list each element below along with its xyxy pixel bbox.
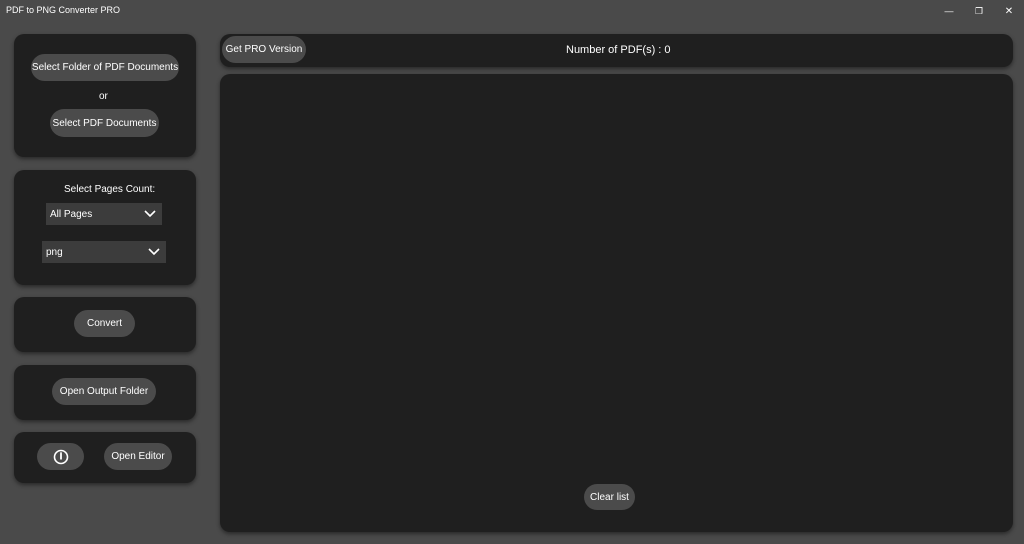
info-icon [53,449,68,464]
chevron-down-icon [148,248,160,256]
source-panel: Select Folder of PDF Documents or Select… [14,34,196,157]
select-pdf-documents-button[interactable]: Select PDF Documents [50,109,159,137]
restore-button[interactable]: ❐ [964,0,994,22]
close-button[interactable]: ✕ [994,0,1024,22]
open-output-folder-label: Open Output Folder [59,386,149,397]
header-panel: Get PRO Version Number of PDF(s) : 0 [220,34,1013,67]
pdf-list-panel[interactable]: Clear list [220,74,1013,532]
format-select[interactable]: png [42,241,166,263]
info-button[interactable] [37,443,84,470]
format-value: png [46,246,63,258]
pages-count-label: Select Pages Count: [64,184,156,195]
options-panel: Select Pages Count: All Pages png [14,170,196,285]
select-folder-label: Select Folder of PDF Documents [31,62,179,73]
convert-panel: Convert [14,297,196,352]
close-icon: ✕ [1004,5,1014,17]
open-editor-label: Open Editor [111,451,165,462]
pages-count-select[interactable]: All Pages [46,203,162,225]
convert-button[interactable]: Convert [74,310,135,337]
open-output-folder-button[interactable]: Open Output Folder [52,378,156,405]
chevron-down-icon [144,210,156,218]
clear-list-label: Clear list [590,491,629,503]
output-folder-panel: Open Output Folder [14,365,196,420]
clear-list-button[interactable]: Clear list [584,484,635,510]
pdf-count-text: Number of PDF(s) : 0 [566,44,671,56]
window-title: PDF to PNG Converter PRO [6,5,121,15]
minimize-button[interactable]: — [934,0,964,22]
get-pro-version-label: Get PRO Version [225,44,303,55]
or-label: or [99,91,108,102]
convert-label: Convert [86,318,122,329]
restore-icon: ❐ [974,5,984,16]
title-bar: PDF to PNG Converter PRO — ❐ ✕ [0,0,1024,22]
select-pdf-documents-label: Select PDF Documents [52,117,157,129]
open-editor-button[interactable]: Open Editor [104,443,172,470]
select-folder-button[interactable]: Select Folder of PDF Documents [31,54,179,81]
get-pro-version-button[interactable]: Get PRO Version [222,36,306,63]
pages-count-value: All Pages [50,208,93,220]
minimize-icon: — [944,6,954,16]
tools-panel: Open Editor [14,432,196,483]
